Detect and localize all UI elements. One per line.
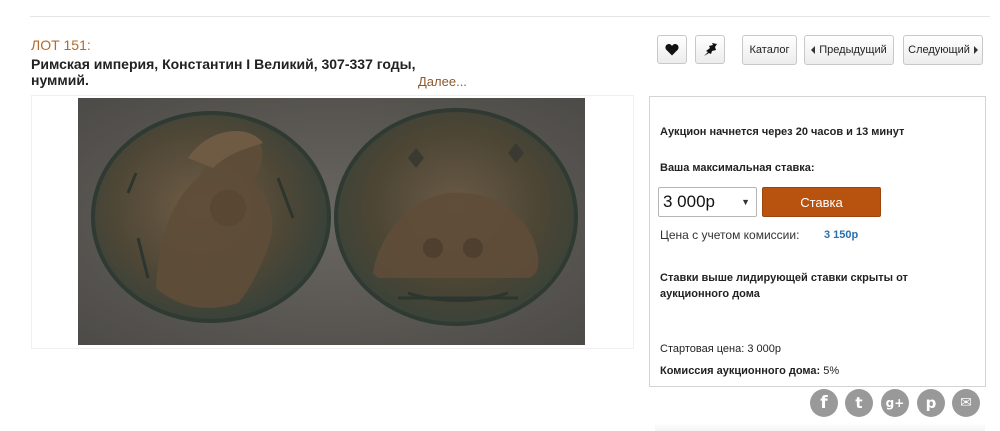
lot-title: Римская империя, Константин I Великий, 3… bbox=[31, 56, 416, 88]
top-divider bbox=[30, 16, 990, 17]
bid-amount-value: 3 000р bbox=[663, 192, 715, 211]
bid-button[interactable]: Ставка bbox=[762, 187, 881, 217]
more-link[interactable]: Далее... bbox=[418, 74, 467, 89]
pinterest-share-button[interactable]: p bbox=[917, 389, 945, 417]
watch-button[interactable] bbox=[695, 35, 725, 64]
twitter-share-button[interactable]: t bbox=[845, 389, 873, 417]
coin-reverse bbox=[334, 108, 578, 326]
auction-fee: Комиссия аукционного дома: 5% bbox=[660, 365, 839, 377]
twitter-icon: t bbox=[855, 394, 863, 412]
fee-label: Комиссия аукционного дома: bbox=[660, 365, 821, 377]
auction-timer: Аукцион начнется через 20 часов и 13 мин… bbox=[660, 126, 905, 138]
catalog-button[interactable]: Каталог bbox=[742, 35, 797, 65]
next-button[interactable]: Следующий bbox=[903, 35, 983, 65]
email-share-button[interactable]: ✉ bbox=[952, 389, 980, 417]
start-price-value: 3 000р bbox=[747, 343, 781, 355]
heart-icon bbox=[665, 44, 679, 56]
commission-price-value: 3 150р bbox=[824, 229, 859, 241]
previous-button[interactable]: Предыдущий bbox=[804, 35, 894, 65]
facebook-share-button[interactable]: f bbox=[810, 389, 838, 417]
catalog-label: Каталог bbox=[749, 44, 790, 56]
start-price: Стартовая цена: 3 000р bbox=[660, 343, 781, 355]
next-label: Следующий bbox=[908, 44, 970, 56]
favorite-button[interactable] bbox=[657, 35, 687, 64]
chevron-left-icon bbox=[811, 46, 816, 54]
facebook-icon: f bbox=[820, 393, 828, 413]
google-plus-share-button[interactable]: g+ bbox=[881, 389, 909, 417]
fee-value: 5% bbox=[823, 365, 840, 377]
commission-price-label: Цена с учетом комиссии: bbox=[660, 228, 800, 242]
coin-obverse bbox=[91, 111, 331, 323]
google-plus-icon: g+ bbox=[885, 396, 905, 410]
hidden-bids-note: Ставки выше лидирующей ставки скрыты от … bbox=[660, 272, 908, 300]
bird-icon bbox=[704, 42, 717, 56]
email-icon: ✉ bbox=[960, 395, 972, 411]
start-price-label: Стартовая цена: bbox=[660, 343, 745, 355]
chevron-down-icon: ▼ bbox=[741, 197, 750, 207]
bottom-strip bbox=[655, 423, 985, 431]
lot-number: ЛОТ 151: bbox=[31, 37, 91, 53]
lot-photo[interactable] bbox=[78, 98, 585, 345]
previous-label: Предыдущий bbox=[819, 44, 887, 56]
bid-amount-select[interactable]: 3 000р ▼ bbox=[658, 187, 757, 217]
pinterest-icon: p bbox=[925, 394, 937, 412]
chevron-right-icon bbox=[973, 46, 978, 54]
max-bid-label: Ваша максимальная ставка: bbox=[660, 162, 815, 174]
bid-button-label: Ставка bbox=[800, 194, 843, 210]
